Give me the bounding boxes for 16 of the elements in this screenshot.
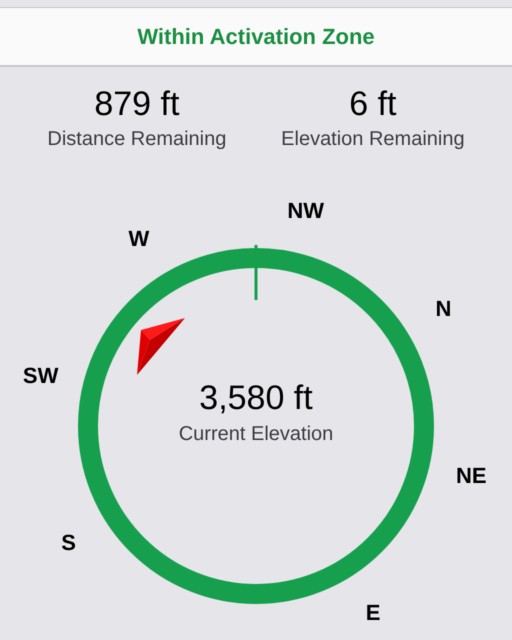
direction-label: E [366, 600, 380, 626]
direction-label: NE [456, 462, 487, 489]
stat-value: 6 ft [349, 84, 396, 125]
direction-label: SW [22, 363, 58, 390]
direction-label: NW [287, 198, 324, 224]
direction-label: W [128, 226, 150, 252]
stat-value: 879 ft [94, 84, 180, 125]
heading-tick [254, 245, 258, 300]
elevation-value: 3,580 ft [199, 378, 313, 419]
status-text: Within Activation Zone [137, 23, 375, 51]
elevation-label: Current Elevation [178, 422, 334, 447]
stat-label: Distance Remaining [47, 127, 226, 152]
stat-label: Elevation Remaining [281, 127, 465, 152]
direction-label: N [435, 296, 452, 322]
direction-label: S [61, 530, 76, 556]
direction-arrow-icon [137, 318, 185, 375]
